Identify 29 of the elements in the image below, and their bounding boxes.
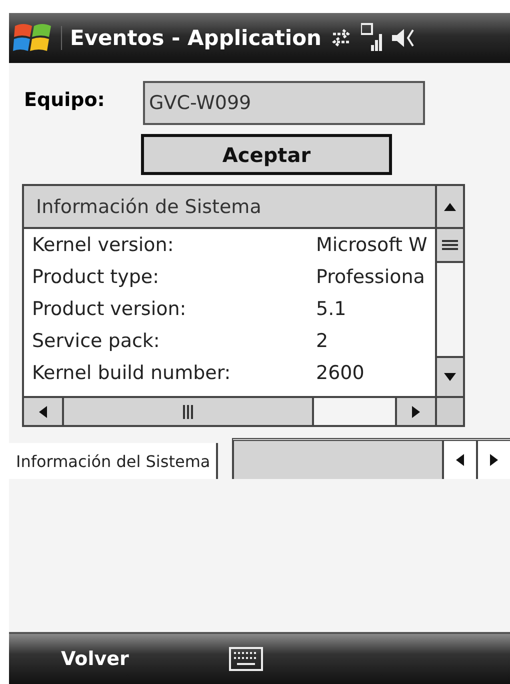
table-cell-text: Kernel build number: [31, 362, 232, 384]
horizontal-scrollbar[interactable] [24, 396, 435, 425]
grip-icon[interactable] [442, 240, 458, 250]
accept-button[interactable]: Aceptar [141, 134, 392, 175]
back-softkey[interactable]: Volver [61, 648, 229, 670]
window-title: Eventos - Application [61, 26, 322, 50]
tab-right-icon[interactable] [490, 454, 498, 466]
keyboard-icon[interactable] [229, 647, 263, 671]
tab[interactable]: Información del Sistema [9, 443, 218, 479]
table-cell-text: Service pack: [31, 330, 161, 352]
vertical-scrollbar[interactable] [435, 186, 463, 396]
scroll-down-icon[interactable] [444, 373, 456, 381]
input-field[interactable]: GVC-W099 [143, 81, 425, 125]
table-cell: 5.1 [316, 298, 346, 320]
table-cell-text: Product version: [31, 298, 188, 320]
signal-icon[interactable] [361, 23, 384, 53]
table-cell: 2 [316, 330, 328, 352]
table-cell-text: Kernel version: [31, 234, 175, 256]
scroll-right-icon[interactable] [412, 406, 420, 418]
table-cell: 2600 [316, 362, 364, 384]
table-cell: Professiona [316, 266, 425, 288]
field-label: Equipo: [24, 88, 106, 111]
grip-icon[interactable] [183, 404, 193, 418]
column-header[interactable]: Información de Sistema [24, 186, 435, 229]
table-cell-text: Product type: [31, 266, 160, 288]
table-cell: Microsoft W [316, 234, 428, 256]
scroll-up-icon[interactable] [444, 202, 456, 210]
tab-left-icon[interactable] [456, 454, 464, 466]
scroll-left-icon[interactable] [39, 406, 47, 418]
